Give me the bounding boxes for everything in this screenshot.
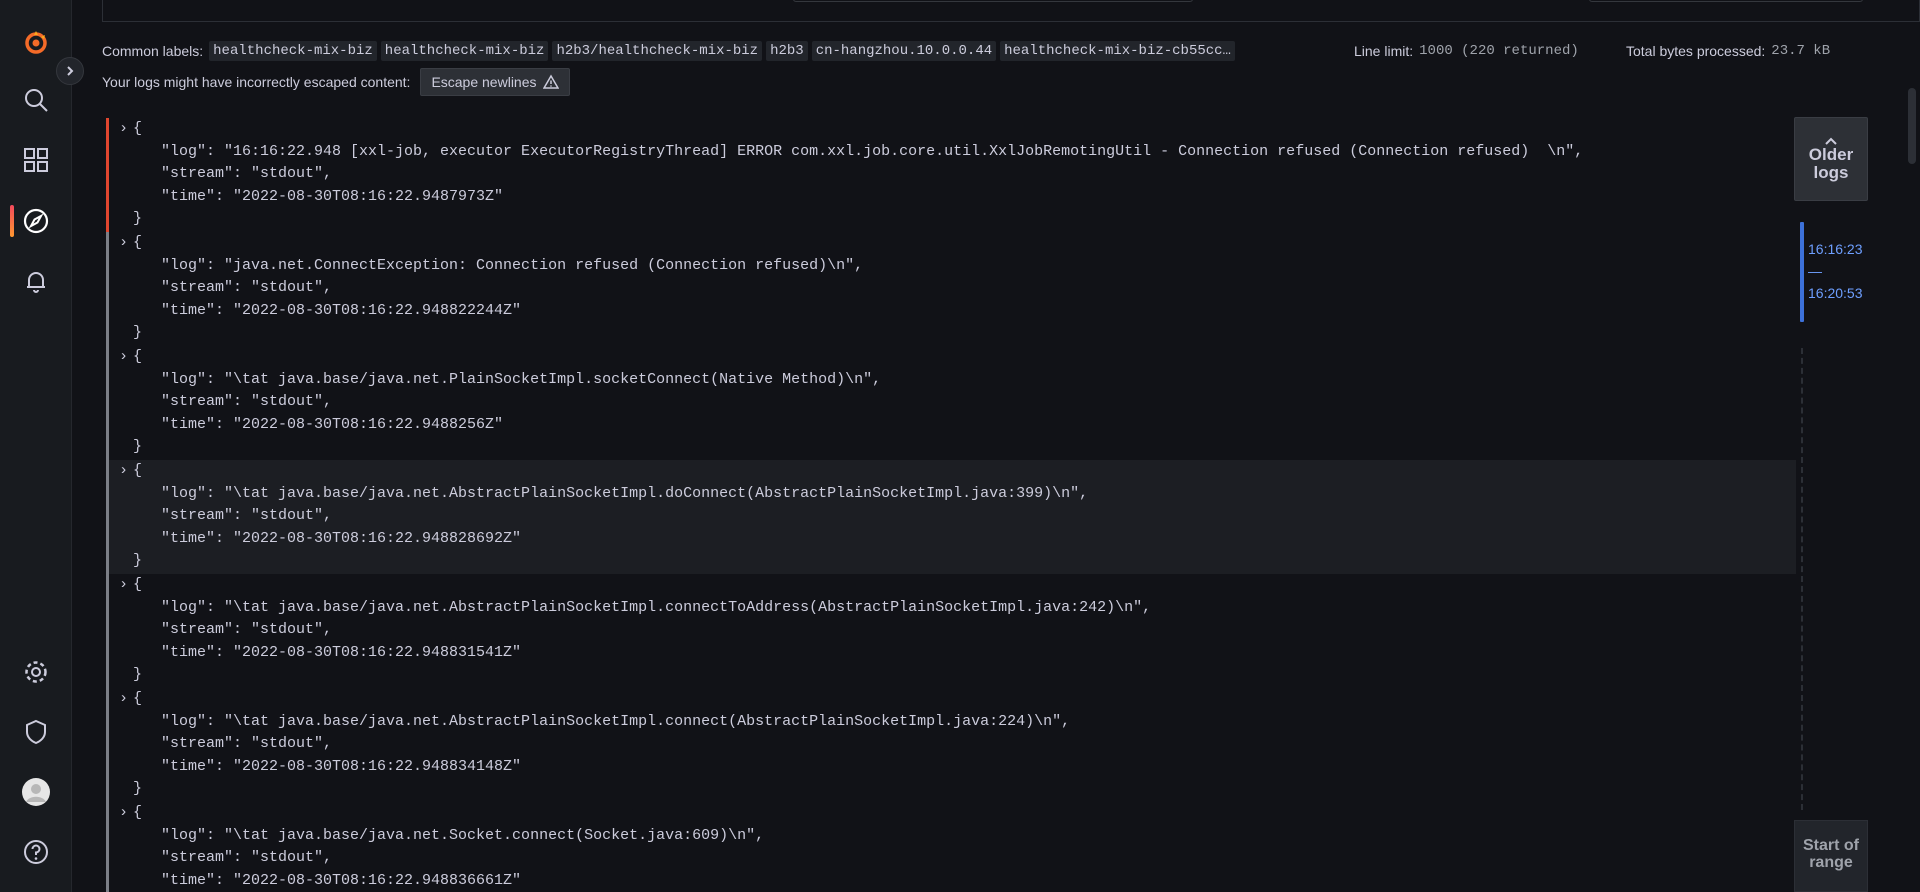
- older-logs-button[interactable]: Older logs: [1794, 117, 1868, 201]
- log-line: "stream": "stdout",: [143, 621, 333, 638]
- log-line: "time": "2022-08-30T08:16:22.948822244Z": [143, 301, 522, 319]
- chevron-right-icon: [67, 66, 74, 76]
- log-line: "log": "16:16:22.948 [xxl-job, executor …: [143, 142, 1584, 160]
- log-line: "time": "2022-08-30T08:16:22.948831541Z": [143, 643, 522, 661]
- label-chip: healthcheck-mix-biz: [209, 41, 377, 61]
- log-line: "stream": "stdout",: [143, 393, 333, 410]
- log-line: "stream": "stdout",: [143, 735, 333, 752]
- scrollbar-thumb[interactable]: [1908, 88, 1916, 164]
- warning-icon: [542, 74, 559, 89]
- query-input-edge[interactable]: [793, 0, 1193, 2]
- range-end: 16:20:53: [1808, 285, 1863, 301]
- log-line: }: [133, 552, 143, 569]
- range-track: [1801, 348, 1803, 810]
- active-indicator: [10, 205, 14, 237]
- log-row[interactable]: ›{ "log": "16:16:22.948 [xxl-job, execut…: [106, 118, 1796, 232]
- settings-icon[interactable]: [18, 654, 54, 690]
- log-line: "log": "\tat java.base/java.net.Socket.c…: [143, 826, 765, 844]
- visible-range-bar[interactable]: [1800, 222, 1804, 322]
- log-line: {: [133, 234, 143, 251]
- label-chip: healthcheck-mix-biz: [380, 41, 549, 61]
- log-line: "log": "\tat java.base/java.net.Abstract…: [143, 484, 1089, 502]
- log-line: "stream": "stdout",: [143, 165, 333, 182]
- label-chips: healthcheck-mix-biz healthcheck-mix-biz …: [209, 41, 1235, 61]
- escape-newlines-label: Escape newlines: [431, 74, 537, 90]
- log-line: "stream": "stdout",: [143, 279, 333, 296]
- range-separator: —: [1808, 263, 1822, 279]
- log-line: "time": "2022-08-30T08:16:22.9487973Z": [143, 187, 504, 205]
- common-labels: Common labels: healthcheck-mix-biz healt…: [102, 40, 1235, 62]
- expand-sidebar-button[interactable]: [56, 57, 84, 85]
- log-line: "time": "2022-08-30T08:16:22.948828692Z": [143, 529, 522, 547]
- log-line: {: [133, 804, 143, 821]
- chevron-right-icon[interactable]: ›: [119, 574, 133, 597]
- chevron-right-icon[interactable]: ›: [119, 688, 133, 711]
- log-line: "log": "java.net.ConnectException: Conne…: [143, 256, 864, 274]
- log-row[interactable]: ›{ "log": "\tat java.base/java.net.Abstr…: [106, 460, 1796, 574]
- log-line: {: [133, 462, 143, 479]
- start-of-range-button[interactable]: Start of range: [1794, 820, 1868, 892]
- bytes-processed: Total bytes processed: 23.7 kB: [1626, 40, 1830, 62]
- shield-icon[interactable]: [18, 714, 54, 750]
- search-icon[interactable]: [18, 82, 54, 118]
- log-line: }: [133, 438, 143, 455]
- escape-warning-row: Your logs might have incorrectly escaped…: [102, 68, 570, 96]
- log-line: {: [133, 120, 143, 137]
- chevron-right-icon[interactable]: ›: [119, 460, 133, 483]
- grafana-logo-icon[interactable]: [18, 24, 54, 60]
- chevron-right-icon[interactable]: ›: [119, 802, 133, 825]
- log-line: }: [133, 210, 143, 227]
- visible-range-label: 16:16:23 — 16:20:53: [1808, 238, 1863, 304]
- bytes-value: 23.7 kB: [1771, 43, 1831, 59]
- log-row[interactable]: ›{ "log": "\tat java.base/java.net.Socke…: [106, 802, 1796, 892]
- alerting-icon[interactable]: [18, 263, 54, 299]
- explore-icon[interactable]: [18, 203, 54, 239]
- log-line: }: [133, 780, 143, 797]
- query-options-edge[interactable]: [1589, 0, 1863, 2]
- log-line: }: [133, 324, 143, 341]
- range-start: 16:16:23: [1808, 241, 1863, 257]
- log-row[interactable]: ›{ "log": "\tat java.base/java.net.Abstr…: [106, 574, 1796, 688]
- line-limit-label: Line limit:: [1354, 43, 1414, 59]
- escape-warning-text: Your logs might have incorrectly escaped…: [102, 74, 411, 90]
- log-line: "log": "\tat java.base/java.net.Abstract…: [143, 712, 1071, 730]
- bytes-label: Total bytes processed:: [1626, 43, 1766, 59]
- log-rows: ›{ "log": "16:16:22.948 [xxl-job, execut…: [106, 118, 1796, 892]
- label-chip: cn-hangzhou.10.0.0.44: [811, 41, 997, 61]
- log-line: {: [133, 348, 143, 365]
- line-limit-value: 1000 (220 returned): [1419, 43, 1579, 59]
- dashboards-icon[interactable]: [18, 142, 54, 178]
- log-line: "time": "2022-08-30T08:16:22.9488256Z": [143, 415, 504, 433]
- label-chip: h2b3: [766, 41, 808, 61]
- common-labels-label: Common labels:: [102, 43, 204, 59]
- line-limit: Line limit: 1000 (220 returned): [1354, 40, 1579, 62]
- log-line: {: [133, 576, 143, 593]
- escape-newlines-button[interactable]: Escape newlines: [420, 68, 570, 96]
- avatar[interactable]: [18, 774, 54, 810]
- log-line: }: [133, 666, 143, 683]
- older-logs-label: Older logs: [1808, 145, 1854, 182]
- chevron-right-icon[interactable]: ›: [119, 118, 133, 141]
- log-line: "log": "\tat java.base/java.net.Abstract…: [143, 598, 1152, 616]
- query-panel: [102, 0, 1920, 22]
- log-line: {: [133, 690, 143, 707]
- log-line: "stream": "stdout",: [143, 849, 333, 866]
- help-icon[interactable]: [18, 834, 54, 870]
- log-row[interactable]: ›{ "log": "java.net.ConnectException: Co…: [106, 232, 1796, 346]
- log-line: "stream": "stdout",: [143, 507, 333, 524]
- label-chip: h2b3/healthcheck-mix-biz: [552, 41, 763, 61]
- log-line: "log": "\tat java.base/java.net.PlainSoc…: [143, 370, 882, 388]
- log-row[interactable]: ›{ "log": "\tat java.base/java.net.Plain…: [106, 346, 1796, 460]
- chevron-right-icon[interactable]: ›: [119, 232, 133, 255]
- chevron-right-icon[interactable]: ›: [119, 346, 133, 369]
- label-chip: healthcheck-mix-biz-cb55cc…: [1000, 41, 1235, 61]
- log-line: "time": "2022-08-30T08:16:22.948836661Z": [143, 871, 522, 889]
- log-row[interactable]: ›{ "log": "\tat java.base/java.net.Abstr…: [106, 688, 1796, 802]
- start-of-range-label: Start of range: [1803, 837, 1859, 871]
- sidebar: [0, 0, 72, 892]
- log-line: "time": "2022-08-30T08:16:22.948834148Z": [143, 757, 522, 775]
